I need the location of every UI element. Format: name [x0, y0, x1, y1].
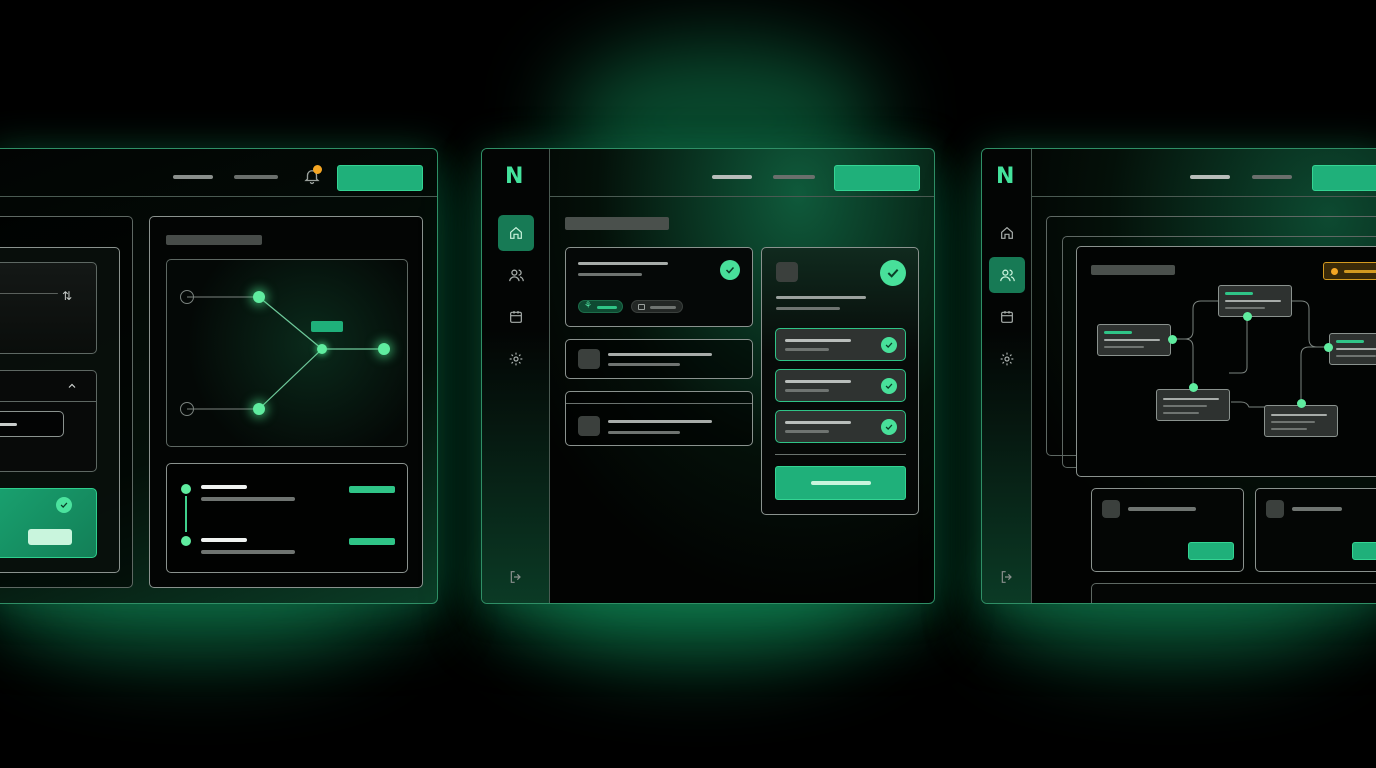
settings-card: ⇅ [0, 247, 120, 573]
graph-edges [187, 296, 384, 410]
sidebar-item-calendar[interactable] [498, 299, 534, 335]
input-field[interactable] [0, 411, 64, 437]
home-icon [510, 226, 522, 239]
right-window: N [981, 148, 1376, 604]
logo[interactable]: N [505, 164, 523, 189]
sidebar-item-logout[interactable] [498, 559, 534, 595]
checklist-item[interactable] [775, 410, 906, 443]
submit-button[interactable] [775, 466, 906, 500]
confirm-button[interactable] [28, 529, 72, 545]
notification-dot [313, 165, 322, 174]
sidebar-item-users[interactable] [989, 257, 1025, 293]
logo[interactable]: N [996, 164, 1014, 189]
card-action-button[interactable] [1352, 542, 1376, 560]
page-title [565, 217, 669, 230]
logout-icon [510, 571, 521, 583]
task-card[interactable] [565, 339, 753, 379]
summary-card[interactable] [1255, 488, 1376, 572]
graph-node[interactable] [253, 403, 265, 415]
nav-link[interactable] [234, 175, 278, 179]
chevron-up-icon[interactable] [66, 377, 78, 396]
graph-node[interactable] [317, 344, 327, 354]
check-icon [881, 378, 897, 394]
center-window: N ⚘ [481, 148, 935, 604]
primary-action-button[interactable] [337, 165, 423, 191]
users-icon [999, 269, 1015, 281]
summary-card [1091, 583, 1376, 603]
primary-action-button[interactable] [1312, 165, 1376, 191]
sidebar-item-logout[interactable] [989, 559, 1025, 595]
tag-chip [631, 300, 683, 313]
workflow-port [1168, 335, 1177, 344]
graph-node[interactable] [378, 343, 390, 355]
graph-node[interactable] [180, 290, 194, 304]
sidebar: N [982, 149, 1032, 603]
graph-node[interactable] [180, 402, 194, 416]
nav-link[interactable] [173, 175, 213, 179]
graph-tooltip [311, 321, 343, 332]
graph-node[interactable] [253, 291, 265, 303]
check-icon [720, 260, 740, 280]
sort-icon[interactable]: ⇅ [62, 289, 72, 303]
workflow-canvas [1076, 246, 1376, 477]
sidebar-item-settings[interactable] [498, 341, 534, 377]
workflow-node[interactable] [1218, 285, 1292, 317]
calendar-icon [510, 311, 522, 323]
gear-icon [1000, 352, 1014, 366]
sidebar-item-home[interactable] [498, 215, 534, 251]
sidebar: N [482, 149, 550, 603]
workflow-port [1297, 399, 1306, 408]
success-card[interactable] [0, 488, 97, 558]
left-window: ⇅ [0, 148, 438, 604]
nav-link[interactable] [1190, 175, 1230, 179]
panel-title [166, 235, 262, 245]
workflow-node[interactable] [1329, 333, 1376, 365]
workflow-node[interactable] [1097, 324, 1171, 356]
task-card[interactable] [565, 391, 753, 446]
check-icon [881, 419, 897, 435]
timeline-connector [185, 496, 187, 532]
graph-canvas [166, 259, 408, 447]
primary-action-button[interactable] [834, 165, 920, 191]
timeline-dot [181, 484, 191, 494]
workflow-port [1324, 343, 1333, 352]
sidebar-item-settings[interactable] [989, 341, 1025, 377]
checklist-panel [761, 247, 919, 515]
users-icon [508, 269, 524, 281]
check-icon [880, 260, 906, 286]
checklist-item[interactable] [775, 369, 906, 402]
gear-icon [509, 352, 523, 366]
workflow-node[interactable] [1264, 405, 1338, 437]
nav-link[interactable] [1252, 175, 1292, 179]
summary-card[interactable] [1091, 488, 1244, 572]
check-icon [881, 337, 897, 353]
workflow-port [1243, 312, 1252, 321]
card-action-button[interactable] [1188, 542, 1234, 560]
workflow-port [1189, 383, 1198, 392]
sidebar-item-users[interactable] [498, 257, 534, 293]
sort-field[interactable]: ⇅ [0, 262, 97, 354]
task-card-completed[interactable]: ⚘ [565, 247, 753, 327]
activity-card [166, 463, 408, 573]
timeline-dot [181, 536, 191, 546]
settings-panel: ⇅ [0, 216, 133, 588]
workflow-node[interactable] [1156, 389, 1230, 421]
dropdown-section [0, 370, 97, 472]
logout-icon [1001, 571, 1012, 583]
nav-link[interactable] [773, 175, 815, 179]
tag-chip: ⚘ [578, 300, 623, 313]
check-icon [56, 497, 72, 513]
home-icon [1001, 226, 1013, 239]
calendar-icon [1001, 311, 1013, 323]
nav-link[interactable] [712, 175, 752, 179]
sidebar-item-home[interactable] [989, 215, 1025, 251]
status-badge [349, 538, 395, 545]
graph-panel [149, 216, 423, 588]
checklist-item[interactable] [775, 328, 906, 361]
sidebar-item-calendar[interactable] [989, 299, 1025, 335]
status-badge [349, 486, 395, 493]
